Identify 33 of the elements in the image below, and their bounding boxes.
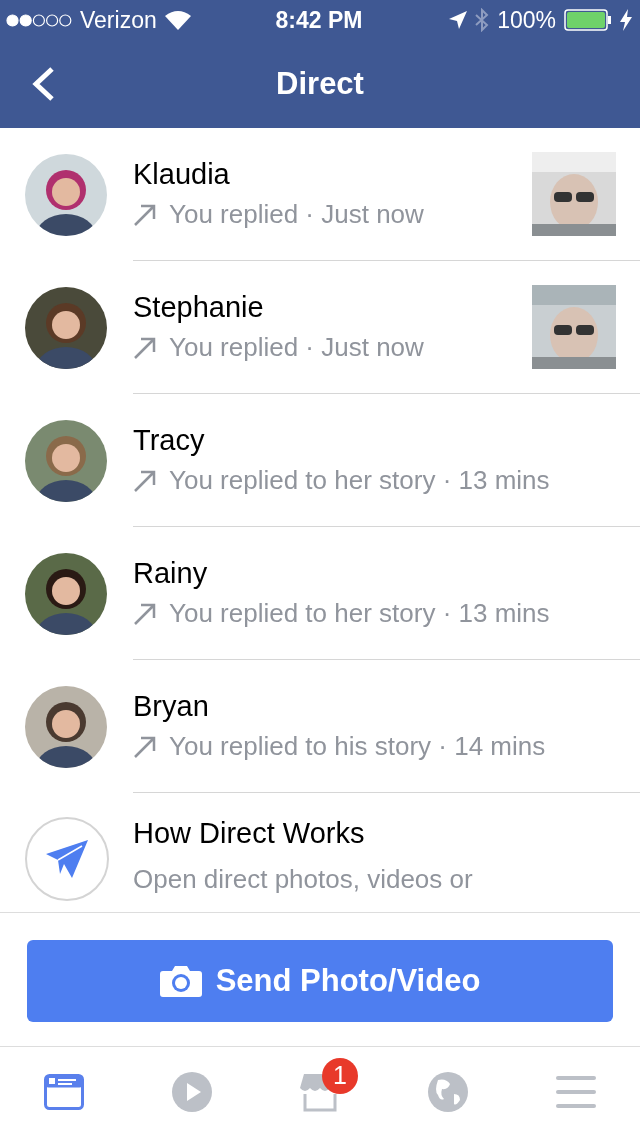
camera-icon	[159, 965, 202, 997]
reply-status: You replied to her story · 13 mins	[169, 465, 550, 496]
info-text: Open direct photos, videos or	[133, 864, 473, 895]
carrier-name: Verizon	[80, 6, 157, 34]
contact-name[interactable]: Stephanie	[133, 291, 532, 324]
reply-arrow-icon	[133, 202, 157, 227]
bluetooth-icon	[475, 8, 490, 32]
contact-name[interactable]: Tracy	[133, 424, 616, 457]
contact-name[interactable]: Bryan	[133, 690, 616, 723]
news-feed-icon[interactable]	[44, 1073, 84, 1110]
reply-status: You replied to her story · 13 mins	[169, 598, 550, 629]
reply-arrow-icon	[133, 335, 157, 360]
wifi-icon	[164, 10, 191, 30]
paper-plane-icon	[25, 817, 109, 901]
contact-name[interactable]: Rainy	[133, 557, 616, 590]
reply-status: You replied to his story · 14 mins	[169, 731, 546, 762]
signal-icon	[6, 13, 72, 27]
battery-icon	[564, 9, 612, 31]
reply-arrow-icon	[133, 734, 157, 759]
battery-percent: 100%	[497, 6, 556, 34]
back-icon[interactable]	[30, 66, 56, 102]
info-title: How Direct Works	[133, 817, 366, 850]
charging-bolt-icon	[620, 9, 632, 31]
contact-name[interactable]: Klaudia	[133, 158, 532, 191]
notification-badge: 1	[322, 1057, 358, 1094]
reply-arrow-icon	[133, 468, 157, 493]
reply-status: You replied · Just now	[169, 332, 424, 363]
reply-arrow-icon	[133, 601, 157, 626]
reply-status: You replied · Just now	[169, 199, 424, 230]
send-photo-video-button[interactable]: Send Photo/Video	[27, 940, 613, 1022]
clock-time: 8:42 PM	[275, 6, 363, 34]
page-title: Direct	[276, 66, 364, 102]
location-arrow-icon	[449, 11, 468, 29]
